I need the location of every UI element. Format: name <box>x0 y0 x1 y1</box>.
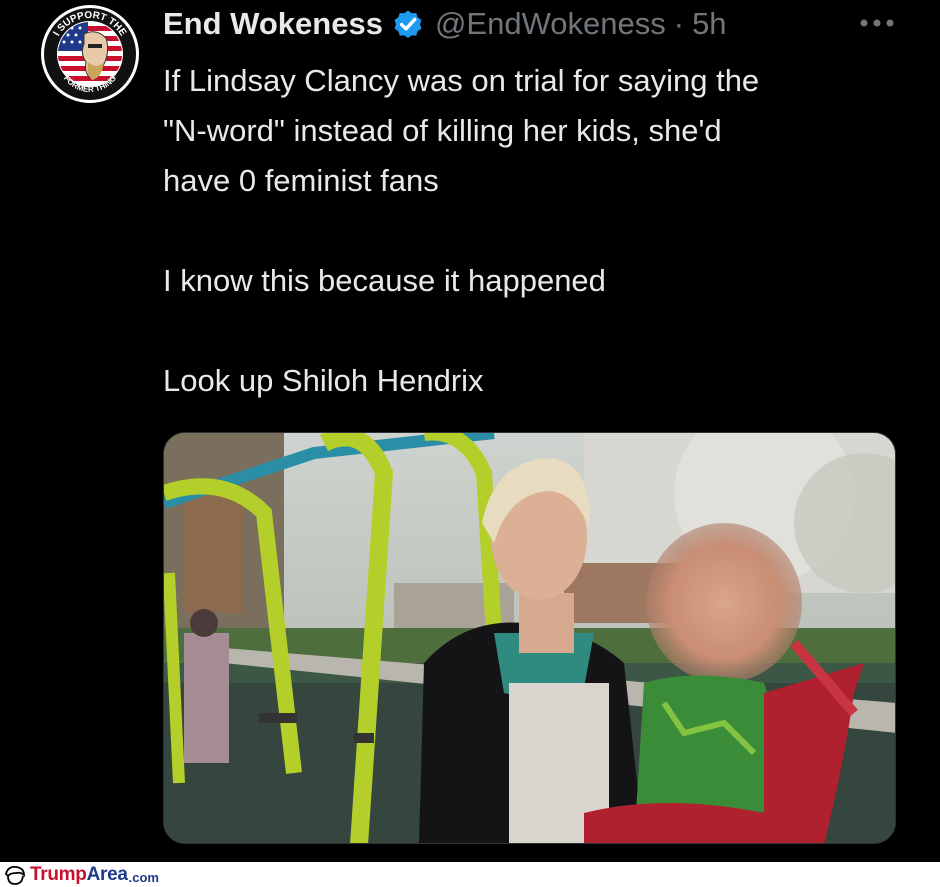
watermark-brand-trump: Trump <box>30 864 87 885</box>
user-handle[interactable]: @EndWokeness <box>435 6 666 42</box>
site-watermark[interactable]: Trump Area .com <box>4 863 159 887</box>
watermark-bar: Trump Area .com <box>0 862 940 887</box>
watermark-brand-domain: .com <box>128 869 159 885</box>
watermark-brand-area: Area <box>86 864 128 885</box>
tweet-text-line-2: "N-word" instead of killing her kids, sh… <box>163 113 722 148</box>
more-options-icon[interactable] <box>857 10 897 36</box>
tweet-text-line-1: If Lindsay Clancy was on trial for sayin… <box>163 63 760 98</box>
tweet-header: End Wokeness @EndWokeness · 5h <box>163 2 727 46</box>
attached-photo[interactable] <box>163 432 896 844</box>
trump-hair-icon <box>5 865 25 885</box>
playground-photo-image <box>164 433 895 843</box>
tweet-text-paragraph-2: I know this because it happened <box>163 263 606 298</box>
display-name[interactable]: End Wokeness <box>163 6 383 42</box>
separator-dot: · <box>673 6 685 41</box>
avatar[interactable]: I SUPPORT THE FORMER THING <box>40 4 140 104</box>
tweet-text-paragraph-3: Look up Shiloh Hendrix <box>163 363 484 398</box>
tweet-text: If Lindsay Clancy was on trial for sayin… <box>163 56 903 406</box>
tweet-text-line-3: have 0 feminist fans <box>163 163 439 198</box>
tweet-card: I SUPPORT THE FORMER THING End Wokeness … <box>0 0 940 862</box>
post-time[interactable]: 5h <box>692 6 726 42</box>
profile-avatar-icon: I SUPPORT THE FORMER THING <box>41 5 139 103</box>
verified-badge-icon <box>391 7 425 41</box>
